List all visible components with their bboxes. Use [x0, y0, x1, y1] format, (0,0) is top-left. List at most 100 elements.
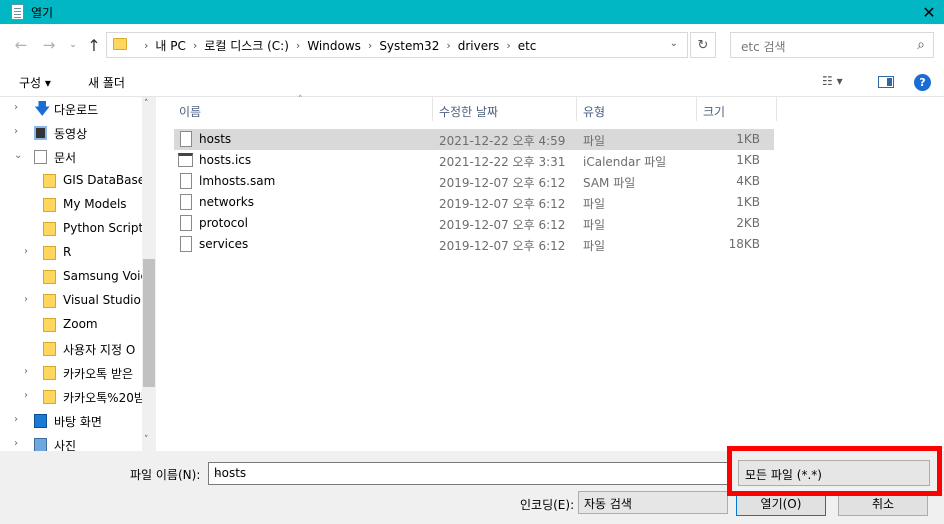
recent-locations-icon[interactable]: ⌄: [64, 36, 82, 54]
breadcrumb-separator: ›: [446, 39, 451, 52]
column-header-name[interactable]: 이름: [179, 97, 201, 121]
scrollbar-thumb[interactable]: [143, 259, 155, 387]
chevron-right-icon[interactable]: ›: [24, 294, 28, 305]
chevron-right-icon[interactable]: ›: [24, 366, 28, 377]
sidebar-item-label: 카카오톡%20받: [63, 391, 142, 405]
sidebar-item[interactable]: › 카카오톡%20받: [0, 385, 142, 409]
search-input[interactable]: etc 검색 ⌕: [730, 32, 934, 58]
column-divider[interactable]: [776, 97, 777, 121]
title-bar: 열기 ✕: [0, 0, 944, 24]
chevron-right-icon[interactable]: ›: [14, 414, 18, 425]
download-icon: 🡇: [34, 99, 51, 118]
chevron-down-icon[interactable]: ⌄: [584, 496, 722, 507]
folder-icon: [43, 390, 56, 404]
sidebar-item-label: Python Scripts: [63, 221, 142, 235]
navigation-pane: › 🡇 다운로드 › 동영상 ⌄ 문서 GIS DataBase My Models Python…: [0, 97, 156, 451]
new-folder-button[interactable]: 새 폴더: [88, 74, 125, 91]
chevron-right-icon[interactable]: ›: [24, 246, 28, 257]
notepad-icon: [11, 4, 24, 20]
sidebar-item-label: 사진: [54, 439, 77, 451]
scroll-down-icon[interactable]: ˅: [144, 435, 149, 445]
sidebar-item[interactable]: › 바탕 화면: [0, 409, 142, 433]
sidebar-item[interactable]: 사용자 지정 O: [0, 337, 142, 361]
forward-arrow-icon[interactable]: →: [40, 36, 58, 54]
file-size: 1KB: [736, 153, 760, 167]
breadcrumb-separator: ›: [295, 39, 301, 52]
sidebar-item-label: My Models: [63, 197, 127, 211]
calendar-file-icon: [178, 153, 193, 167]
breadcrumb-item[interactable]: drivers: [458, 39, 500, 53]
up-arrow-icon[interactable]: ↑: [85, 36, 103, 55]
sidebar-item[interactable]: Zoom: [0, 313, 142, 337]
breadcrumb-item[interactable]: etc: [518, 39, 537, 53]
address-dropdown-icon[interactable]: ⌄: [670, 38, 678, 49]
file-type: 파일: [583, 239, 606, 253]
file-row[interactable]: networks 2019-12-07 오후 6:12 파일 1KB: [174, 192, 774, 213]
file-name: services: [199, 237, 249, 251]
column-divider[interactable]: [576, 97, 577, 121]
column-header-modified[interactable]: 수정한 날짜: [439, 97, 498, 121]
file-name: protocol: [199, 216, 248, 230]
desktop-icon: [34, 414, 47, 428]
search-icon[interactable]: ⌕: [917, 37, 925, 53]
file-modified-date: 2019-12-07 오후 6:12: [439, 218, 566, 232]
sidebar-item[interactable]: › 사진: [0, 433, 142, 451]
breadcrumb-item[interactable]: Windows: [307, 39, 361, 53]
sidebar-item[interactable]: ⌄ 문서: [0, 145, 142, 169]
breadcrumb-item[interactable]: System32: [379, 39, 439, 53]
file-row[interactable]: hosts.ics 2021-12-22 오후 3:31 iCalendar 파일 1…: [174, 150, 774, 171]
column-header-size[interactable]: 크기: [703, 97, 725, 121]
breadcrumb-separator: ›: [144, 39, 149, 52]
sidebar-item[interactable]: GIS DataBase: [0, 169, 142, 193]
scroll-up-icon[interactable]: ˄: [144, 99, 149, 109]
back-arrow-icon[interactable]: ←: [12, 36, 30, 54]
sidebar-item[interactable]: Python Scripts: [0, 217, 142, 241]
filename-dropdown-icon[interactable]: ⌄: [214, 467, 722, 478]
encoding-select[interactable]: 자동 검색 ⌄: [578, 491, 728, 514]
file-row[interactable]: hosts 2021-12-22 오후 4:59 파일 1KB: [174, 129, 774, 150]
file-size: 4KB: [736, 174, 760, 188]
sidebar-item[interactable]: › R: [0, 241, 142, 265]
sidebar-item[interactable]: › Visual Studio 2: [0, 289, 142, 313]
file-name: hosts.ics: [199, 153, 252, 167]
breadcrumb-item[interactable]: 로컬 디스크 (C:): [204, 37, 289, 54]
file-size: 1KB: [736, 195, 760, 209]
navigation-pane-scrollbar[interactable]: ˄ ˅: [142, 97, 156, 451]
file-modified-date: 2019-12-07 오후 6:12: [439, 176, 566, 190]
folder-icon: [43, 174, 56, 188]
sidebar-item[interactable]: › 🡇 다운로드: [0, 97, 142, 121]
file-row[interactable]: services 2019-12-07 오후 6:12 파일 18KB: [174, 234, 774, 255]
sidebar-item[interactable]: › 카카오톡 받은: [0, 361, 142, 385]
organize-button[interactable]: 구성 ▾: [19, 74, 51, 91]
help-icon[interactable]: ?: [914, 74, 931, 91]
address-bar[interactable]: › 내 PC › 로컬 디스크 (C:) › Windows › System3…: [106, 32, 688, 58]
sidebar-item[interactable]: My Models: [0, 193, 142, 217]
sidebar-item-label: Zoom: [63, 317, 98, 331]
close-icon[interactable]: ✕: [914, 0, 944, 24]
breadcrumb-item[interactable]: 내 PC: [155, 37, 185, 54]
column-divider[interactable]: [696, 97, 697, 121]
sidebar-item-label: Visual Studio 2: [63, 293, 142, 307]
refresh-icon[interactable]: ↻: [690, 32, 716, 58]
file-size: 18KB: [728, 237, 760, 251]
preview-pane-icon[interactable]: [878, 76, 894, 88]
chevron-right-icon[interactable]: ›: [24, 390, 28, 401]
sidebar-item[interactable]: › 동영상: [0, 121, 142, 145]
sidebar-item[interactable]: Samsung Voice: [0, 265, 142, 289]
chevron-down-icon[interactable]: ⌄: [14, 150, 22, 161]
file-name: networks: [199, 195, 254, 209]
folder-icon: [43, 198, 56, 212]
sidebar-item-label: R: [63, 245, 72, 259]
sidebar-item-label: 바탕 화면: [54, 415, 102, 429]
file-row[interactable]: lmhosts.sam 2019-12-07 오후 6:12 SAM 파일 4KB: [174, 171, 774, 192]
file-row[interactable]: protocol 2019-12-07 오후 6:12 파일 2KB: [174, 213, 774, 234]
column-divider[interactable]: [432, 97, 433, 121]
chevron-right-icon[interactable]: ›: [14, 102, 18, 113]
filename-input[interactable]: hosts ⌄: [208, 462, 728, 485]
chevron-right-icon[interactable]: ›: [14, 126, 18, 137]
highlight-box: [727, 446, 942, 496]
chevron-right-icon[interactable]: ›: [14, 438, 18, 449]
column-header-type[interactable]: 유형: [583, 97, 605, 121]
view-options-icon[interactable]: ☷ ▾: [822, 74, 843, 88]
video-icon: [34, 126, 47, 140]
